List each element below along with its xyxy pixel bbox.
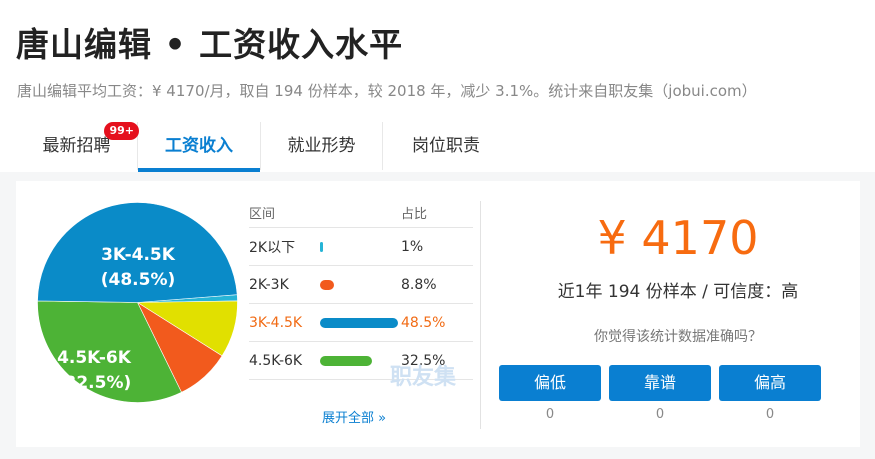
page-subtitle: 唐山编辑平均工资：¥ 4170/月，取自 194 份样本，较 2018 年，减少…	[17, 82, 757, 100]
range-pct: 48.5%	[401, 314, 446, 331]
tab-label: 工资收入	[165, 136, 233, 156]
tab-responsibilities[interactable]: 岗位职责	[383, 122, 509, 170]
average-salary: ¥ 4170	[597, 211, 759, 265]
tab-employment[interactable]: 就业形势	[261, 122, 383, 170]
accuracy-question: 你觉得该统计数据准确吗？	[594, 329, 762, 345]
expand-all-link[interactable]: 展开全部 »	[322, 407, 386, 426]
range-bar-cell	[320, 342, 372, 379]
vote-accurate-count: 0	[655, 407, 665, 422]
pie-slice-label: (48.5%)	[101, 270, 176, 290]
header-pct: 占比	[401, 206, 428, 222]
range-bar-cell	[320, 228, 323, 265]
vote-high-button[interactable]: 偏高	[719, 365, 821, 401]
vote-accurate-button[interactable]: 靠谱	[609, 365, 711, 401]
header-range: 区间	[249, 206, 276, 222]
salary-card: 3K-4.5K (48.5%) 4.5K-6K (32.5%) 区间 占比 2K以下 1…	[16, 181, 860, 447]
range-bar	[320, 355, 372, 366]
pie-slice-label: 4.5K-6K	[57, 348, 132, 368]
range-label: 4.5K-6K	[249, 352, 303, 369]
vote-high-count: 0	[765, 407, 775, 422]
new-jobs-badge: 99+	[104, 122, 139, 140]
page-title: 唐山编辑 • 工资收入水平	[16, 25, 404, 64]
range-bar-cell	[320, 266, 334, 303]
range-label: 2K-3K	[249, 276, 289, 293]
vote-low-count: 0	[545, 407, 555, 422]
tab-bar: 最新招聘 99+ 工资收入 就业形势 岗位职责	[16, 122, 509, 172]
range-pct: 1%	[401, 238, 424, 255]
range-bar	[320, 317, 398, 328]
tab-salary[interactable]: 工资收入	[138, 122, 261, 172]
watermark: 职友集	[390, 365, 457, 390]
distribution-row: 3K-4.5K 48.5%	[249, 304, 473, 342]
divider	[480, 201, 481, 429]
distribution-row: 2K-3K 8.8%	[249, 266, 473, 304]
range-label: 3K-4.5K	[249, 314, 303, 331]
pie-slice-label: (32.5%)	[57, 373, 132, 393]
tab-label: 就业形势	[287, 136, 356, 156]
tab-label: 最新招聘	[42, 136, 111, 156]
page-header: 唐山编辑 • 工资收入水平 唐山编辑平均工资：¥ 4170/月，取自 194 份…	[0, 0, 875, 172]
distribution-row: 2K以下 1%	[249, 228, 473, 266]
tab-latest-jobs[interactable]: 最新招聘 99+	[16, 122, 139, 170]
sample-meta: 近1年 194 份样本 / 可信度：高	[557, 282, 799, 302]
range-bar-cell	[320, 304, 398, 341]
range-bar	[320, 279, 334, 290]
range-pct: 8.8%	[401, 276, 437, 293]
tab-label: 岗位职责	[412, 136, 480, 156]
range-label: 2K以下	[249, 239, 296, 256]
distribution-table: 区间 占比 2K以下 1% 2K-3K 8.8% 3K-4.5K 48.5% 4.5K-6K…	[249, 201, 473, 380]
salary-pie-chart: 3K-4.5K (48.5%) 4.5K-6K (32.5%)	[37, 202, 238, 403]
range-bar	[320, 241, 323, 252]
pie-slice-label: 3K-4.5K	[101, 245, 176, 265]
distribution-header: 区间 占比	[249, 201, 473, 228]
vote-low-button[interactable]: 偏低	[499, 365, 601, 401]
